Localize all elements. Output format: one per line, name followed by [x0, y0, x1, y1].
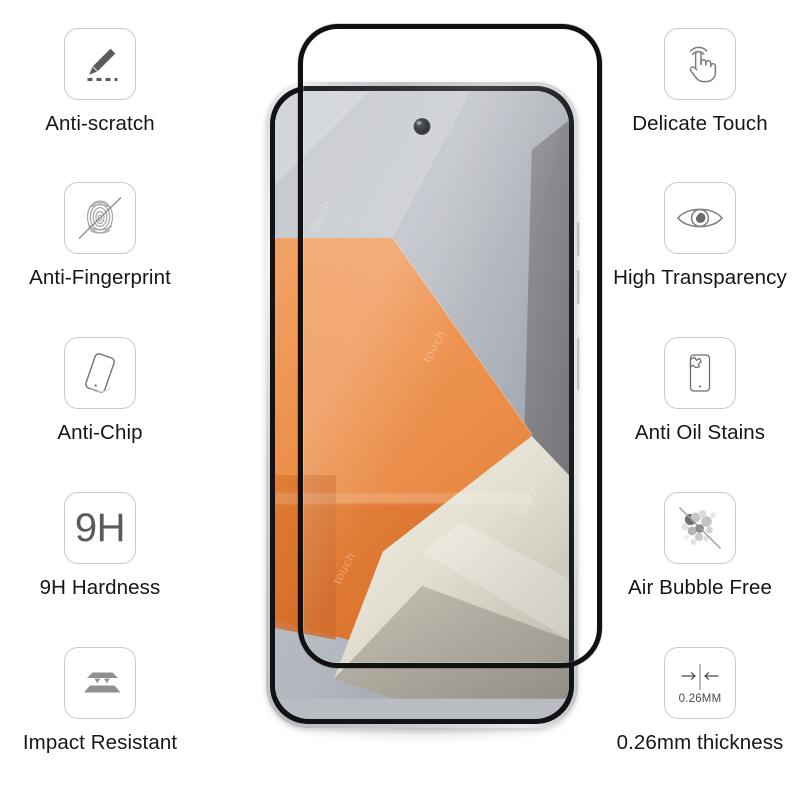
9h-text-icon: 9H	[64, 492, 136, 564]
feature-air-bubble-free: Air Bubble Free	[600, 492, 800, 600]
front-camera-icon	[413, 118, 431, 135]
tilted-phone-icon	[64, 337, 136, 409]
feature-label: Anti-Fingerprint	[29, 266, 171, 289]
feature-label: Delicate Touch	[632, 112, 768, 135]
feature-anti-scratch: Anti-scratch	[0, 28, 200, 136]
feature-label: 9H Hardness	[39, 576, 161, 599]
feature-label: Air Bubble Free	[628, 576, 772, 599]
feature-anti-fingerprint: Anti-Fingerprint	[0, 182, 200, 290]
phone-oil-stain-icon	[664, 337, 736, 409]
feature-anti-chip: Anti-Chip	[0, 337, 200, 445]
thickness-icon-text: 0.26MM	[678, 692, 722, 705]
wallpaper	[275, 91, 569, 699]
feature-label: Anti-scratch	[45, 112, 155, 135]
fingerprint-blocked-icon	[64, 182, 136, 254]
feature-label: High Transparency	[613, 266, 787, 289]
volume-button[interactable]	[577, 270, 580, 304]
feature-label: Impact Resistant	[22, 731, 178, 754]
pencil-scratch-icon	[64, 28, 136, 100]
feature-anti-oil-stains: Anti Oil Stains	[600, 337, 800, 445]
feature-label: Anti Oil Stains	[634, 421, 766, 444]
device-composition: touch touch touch touch	[240, 0, 620, 800]
feature-delicate-touch: Delicate Touch	[600, 28, 800, 136]
phone-screen: touch touch touch touch	[275, 91, 569, 719]
phone-bezel: touch touch touch touch	[270, 86, 574, 724]
tap-hand-icon	[664, 28, 736, 100]
phone-body: touch touch touch touch	[266, 82, 580, 728]
infographic-canvas: Anti-scratch Anti-Fingerprint Anti-Chip …	[0, 0, 800, 800]
9h-icon-text: 9H	[74, 506, 126, 550]
volume-button[interactable]	[577, 222, 580, 256]
feature-label: Anti-Chip	[57, 421, 143, 444]
feature-high-transparency: High Transparency	[600, 182, 800, 290]
feature-impact-resistant: Impact Resistant	[0, 647, 200, 755]
layered-plates-icon	[64, 647, 136, 719]
feature-label: 0.26mm thickness	[616, 731, 784, 754]
thickness-caliper-icon: 0.26MM	[664, 647, 736, 719]
power-button[interactable]	[577, 338, 580, 390]
feature-9h-hardness: 9H 9H Hardness	[0, 492, 200, 600]
eye-icon	[664, 182, 736, 254]
bubbles-blocked-icon	[664, 492, 736, 564]
feature-thickness: 0.26MM 0.26mm thickness	[600, 647, 800, 755]
